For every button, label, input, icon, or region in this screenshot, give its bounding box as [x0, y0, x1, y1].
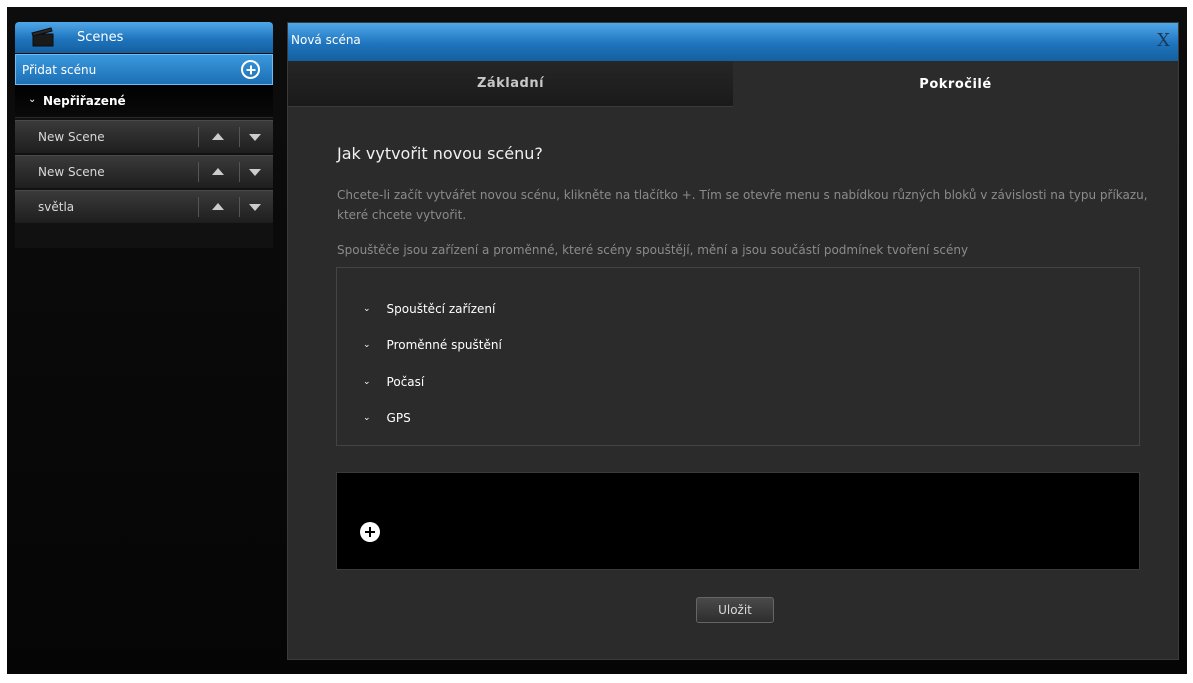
divider: [198, 197, 199, 217]
close-icon[interactable]: X: [1157, 30, 1170, 51]
scenes-title: Scenes: [77, 30, 124, 45]
scenes-header: Scenes: [15, 22, 273, 53]
divider: [239, 127, 240, 147]
trigger-label: Počasí: [386, 375, 425, 389]
divider: [239, 162, 240, 182]
move-up-icon[interactable]: [212, 133, 224, 140]
add-scene-label: Přidat scénu: [22, 63, 97, 77]
trigger-item-weather[interactable]: ⌄ Počasí: [363, 375, 424, 389]
new-scene-dialog: Nová scéna X Základní Pokročilé Jak vytv…: [287, 22, 1179, 660]
dialog-content: Jak vytvořit novou scénu? Chcete-li začí…: [288, 107, 1178, 659]
scene-item[interactable]: New Scene: [15, 155, 273, 188]
trigger-item-gps[interactable]: ⌄ GPS: [363, 411, 411, 425]
trigger-label: Spouštěcí zařízení: [386, 302, 496, 316]
trigger-item-variables[interactable]: ⌄ Proměnné spuštění: [363, 338, 502, 352]
trigger-label: Proměnné spuštění: [386, 338, 502, 352]
dialog-title: Nová scéna: [291, 33, 361, 47]
trigger-list: ⌄ Spouštěcí zařízení ⌄ Proměnné spuštění ⌄…: [336, 267, 1140, 446]
scene-item[interactable]: New Scene: [15, 120, 273, 153]
group-label: Nepřiřazené: [43, 94, 126, 108]
scenes-panel: Scenes Přidat scénu ⌄ Nepřiřazené New Sc…: [15, 22, 273, 248]
add-scene-button[interactable]: Přidat scénu: [15, 54, 273, 85]
chevron-down-icon: ⌄: [28, 94, 37, 105]
chevron-down-icon: ⌄: [363, 340, 371, 350]
move-down-icon[interactable]: [249, 134, 261, 141]
dialog-header: Nová scéna X: [288, 23, 1178, 61]
add-circle-icon[interactable]: [241, 60, 260, 79]
chevron-down-icon: ⌄: [363, 413, 371, 423]
chevron-down-icon: ⌄: [363, 377, 371, 387]
tab-advanced[interactable]: Pokročilé: [733, 61, 1178, 107]
tab-bar: Základní Pokročilé: [288, 61, 1178, 107]
scene-label: New Scene: [38, 165, 105, 179]
trigger-label: GPS: [386, 411, 411, 425]
howto-description: Chcete-li začít vytvářet novou scénu, kl…: [337, 188, 1148, 222]
chevron-down-icon: ⌄: [363, 304, 371, 314]
trigger-description: Spouštěče jsou zařízení a proměnné, kter…: [337, 243, 969, 257]
trigger-item-devices[interactable]: ⌄ Spouštěcí zařízení: [363, 302, 495, 316]
scene-label: světla: [38, 200, 75, 214]
scene-item[interactable]: světla: [15, 190, 273, 223]
move-down-icon[interactable]: [249, 169, 261, 176]
move-down-icon[interactable]: [249, 204, 261, 211]
divider: [239, 197, 240, 217]
group-unassigned[interactable]: ⌄ Nepřiřazené: [15, 85, 273, 118]
divider: [198, 162, 199, 182]
clapperboard-icon: [31, 27, 54, 47]
move-up-icon[interactable]: [212, 203, 224, 210]
tab-basic[interactable]: Základní: [288, 61, 733, 107]
scene-blocks-area: [336, 472, 1140, 570]
howto-heading: Jak vytvořit novou scénu?: [337, 144, 543, 163]
scene-label: New Scene: [38, 130, 105, 144]
divider: [198, 127, 199, 147]
move-up-icon[interactable]: [212, 168, 224, 175]
save-button[interactable]: Uložit: [696, 597, 774, 623]
add-block-icon[interactable]: [360, 522, 380, 542]
